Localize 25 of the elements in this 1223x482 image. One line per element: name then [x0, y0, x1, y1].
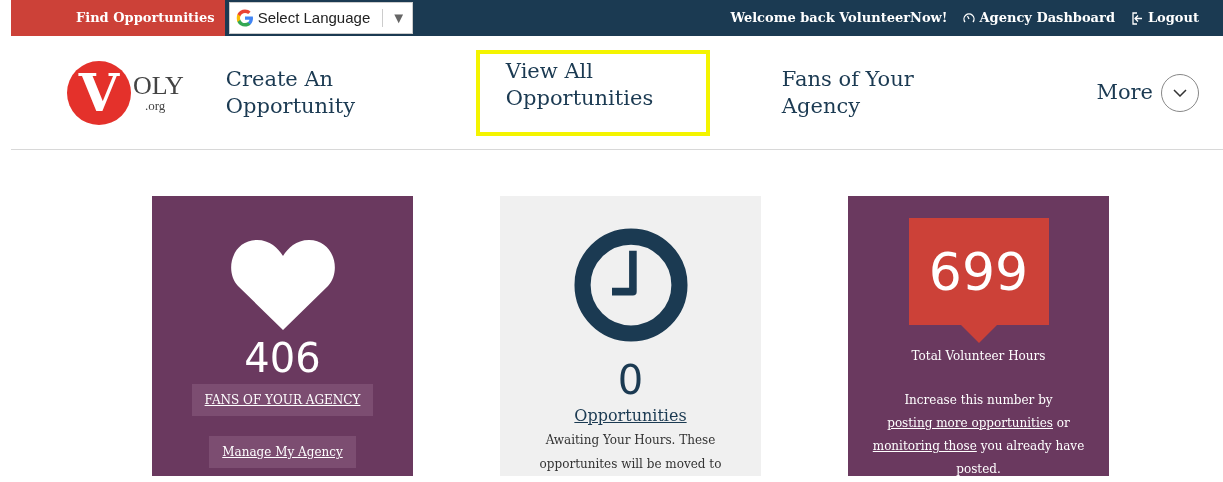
top-bar-link[interactable]: Agency Dashboard	[963, 8, 1115, 28]
hours-paragraph: Increase this number by posting more opportunities or monitoring those you already have posted.	[871, 392, 1086, 476]
language-select[interactable]: Select Language ▼	[228, 2, 414, 34]
top-bar-link[interactable]: Logout	[1130, 8, 1199, 28]
agency-button[interactable]: FANS OF YOUR AGENCY	[191, 384, 374, 416]
fan-count: 406	[244, 338, 321, 378]
google-icon	[235, 9, 254, 27]
opportunity-count: 0	[617, 360, 644, 400]
chevron-down-icon	[1173, 88, 1187, 97]
caret-icon: ▼	[391, 6, 407, 30]
opportunities-link[interactable]: Opportunities	[574, 404, 687, 428]
welcome-message: Welcome back VolunteerNow!	[730, 9, 948, 28]
text-link[interactable]: posting more opportunities	[887, 416, 1053, 430]
text-link[interactable]: monitoring those	[872, 439, 977, 453]
gauge-icon	[963, 12, 976, 24]
heart-icon	[229, 238, 336, 330]
logout-icon	[1130, 11, 1144, 25]
more-button[interactable]	[1161, 73, 1199, 112]
find-opportunities-button[interactable]: Find Opportunities	[11, 0, 225, 36]
nav-link[interactable]: Create An Opportunity	[209, 61, 380, 124]
more-label[interactable]: More	[1096, 76, 1153, 109]
nav-link[interactable]: Fans of Your Agency	[765, 61, 936, 124]
awaiting-text: Awaiting Your Hours. These opportunites will be moved to	[538, 432, 723, 473]
agency-button[interactable]: Manage My Agency	[209, 436, 356, 468]
hours-caption: Total Volunteer Hours	[911, 348, 1046, 365]
